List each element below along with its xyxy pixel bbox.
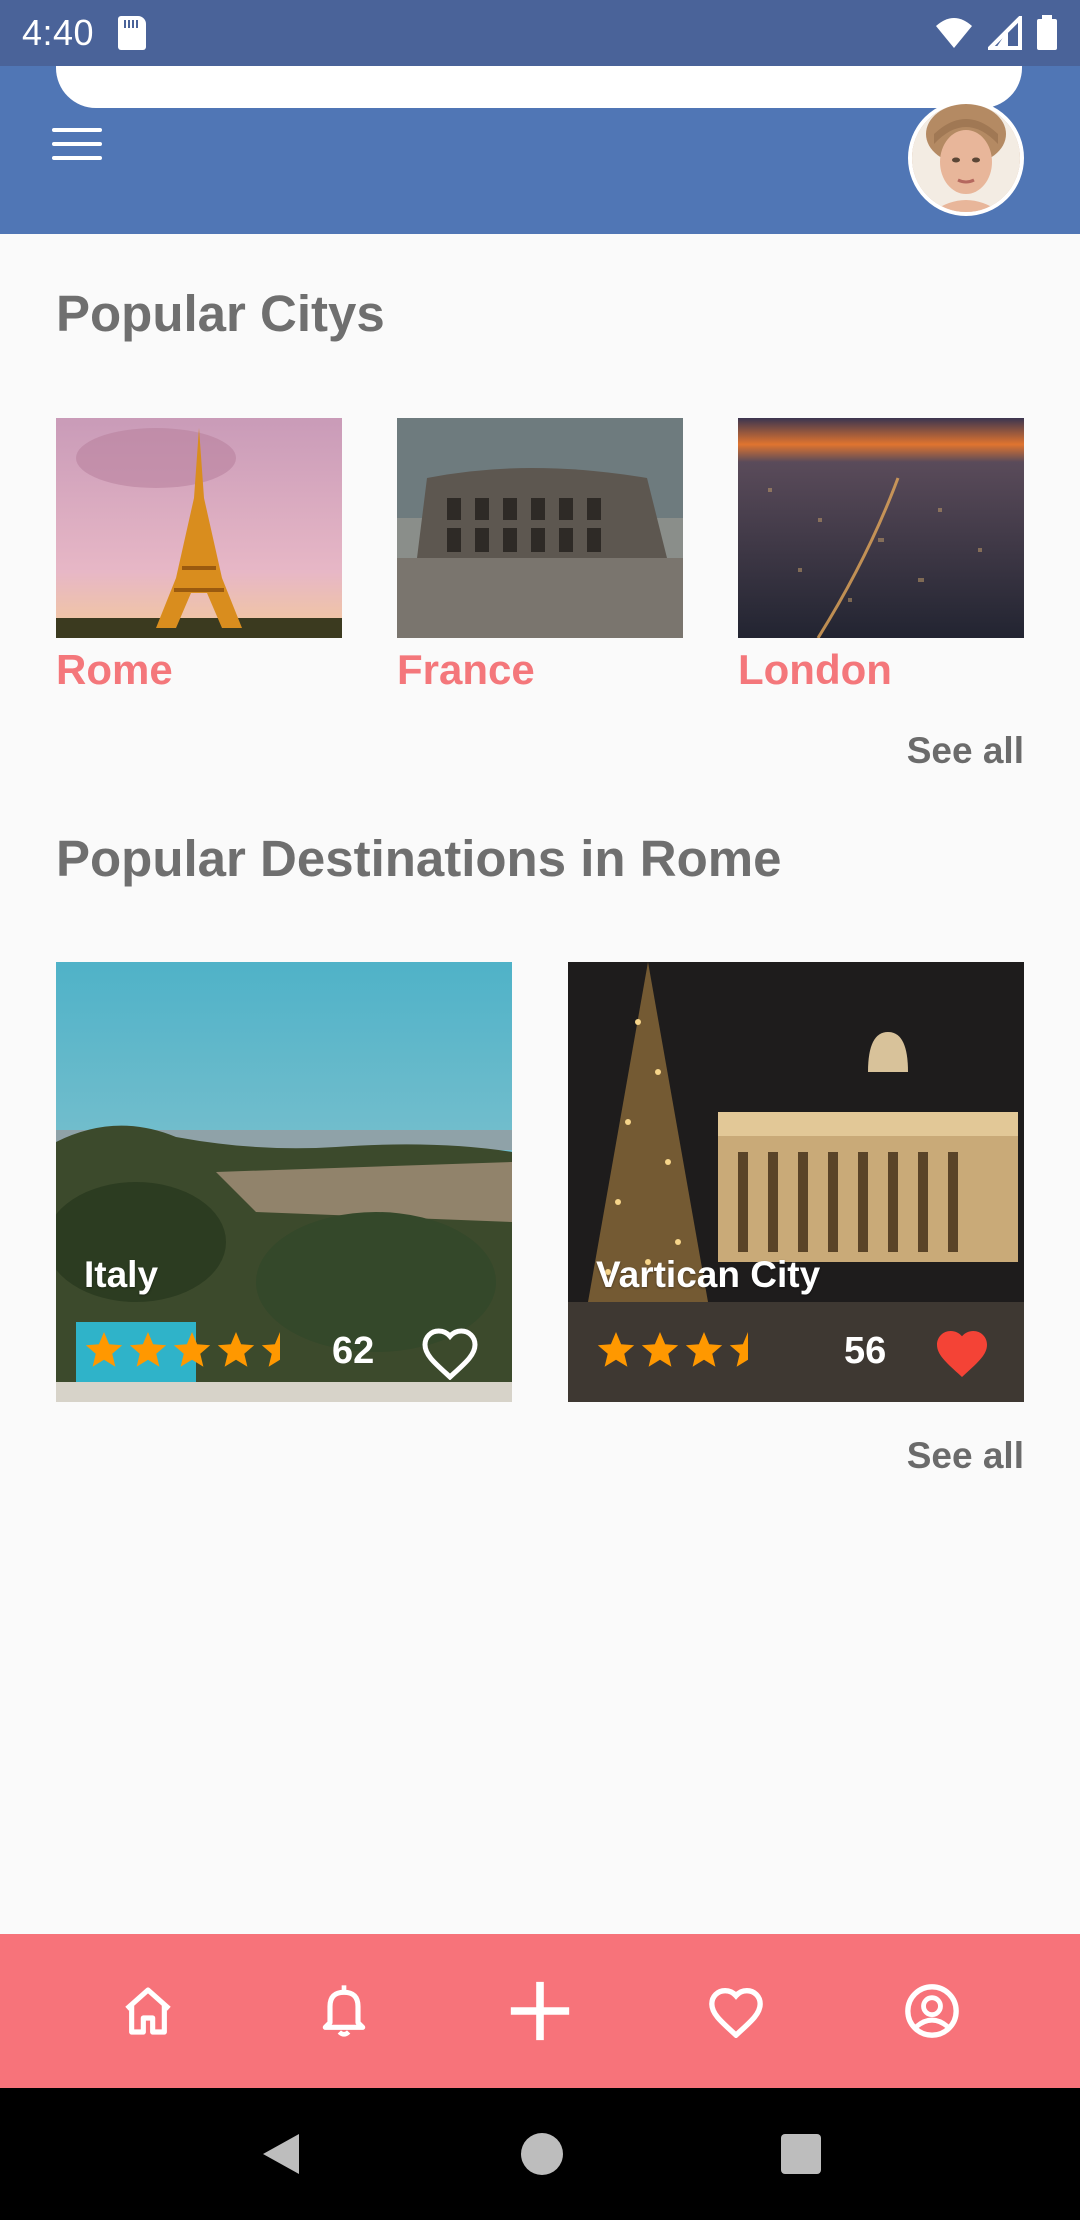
favorite-count: 62	[332, 1330, 375, 1372]
back-icon[interactable]	[259, 2130, 303, 2178]
star-icon	[85, 1332, 123, 1367]
destination-name: Vartican City	[596, 1254, 821, 1295]
popular-cities-title: Popular Citys	[56, 285, 385, 342]
bottom-navigation	[0, 1934, 1080, 2088]
signal-icon	[988, 16, 1022, 50]
home-icon[interactable]	[108, 1971, 188, 2051]
destination-card-italy[interactable]: Italy 62	[56, 962, 512, 1402]
app-bar	[0, 66, 1080, 234]
star-icon	[597, 1332, 635, 1367]
star-icon	[217, 1332, 255, 1367]
favorite-outline-icon[interactable]	[420, 1324, 480, 1381]
system-navigation-bar	[0, 2088, 1080, 2220]
city-image	[397, 418, 683, 638]
city-image	[738, 418, 1024, 638]
city-name: France	[397, 646, 535, 693]
wifi-icon	[936, 18, 972, 48]
city-name: Rome	[56, 646, 173, 693]
see-all-cities-link[interactable]: See all	[907, 730, 1024, 772]
home-circle-icon[interactable]	[521, 2133, 563, 2175]
rating-stars	[596, 1332, 768, 1370]
bell-icon[interactable]	[304, 1971, 384, 2051]
popular-destinations-title: Popular Destinations in Rome	[56, 830, 782, 887]
favorite-count: 56	[844, 1330, 887, 1372]
star-icon	[641, 1332, 679, 1367]
city-name: London	[738, 646, 892, 693]
add-icon[interactable]	[500, 1971, 580, 2051]
recents-icon[interactable]	[781, 2134, 821, 2174]
sd-card-icon	[118, 16, 147, 50]
status-bar: 4:40	[0, 0, 1080, 66]
see-all-destinations-link[interactable]: See all	[907, 1435, 1024, 1477]
search-bar[interactable]	[56, 66, 1022, 108]
favorite-filled-icon[interactable]	[932, 1324, 992, 1380]
city-card-rome[interactable]: Rome	[56, 418, 342, 694]
star-icon	[129, 1332, 167, 1367]
star-half-icon	[261, 1332, 280, 1367]
avatar[interactable]	[908, 100, 1024, 216]
star-icon	[685, 1332, 723, 1367]
star-half-icon	[729, 1332, 748, 1367]
city-card-france[interactable]: France	[397, 418, 683, 694]
destination-card-vatican[interactable]: Vartican City 56	[568, 962, 1024, 1402]
menu-icon[interactable]	[52, 124, 102, 164]
city-image	[56, 418, 342, 638]
rating-stars	[84, 1332, 300, 1370]
profile-icon[interactable]	[892, 1971, 972, 2051]
destination-name: Italy	[84, 1254, 159, 1295]
status-time: 4:40	[22, 12, 95, 53]
city-card-london[interactable]: London	[738, 418, 1024, 694]
star-icon	[173, 1332, 211, 1367]
heart-icon[interactable]	[696, 1971, 776, 2051]
battery-icon	[1037, 15, 1057, 50]
